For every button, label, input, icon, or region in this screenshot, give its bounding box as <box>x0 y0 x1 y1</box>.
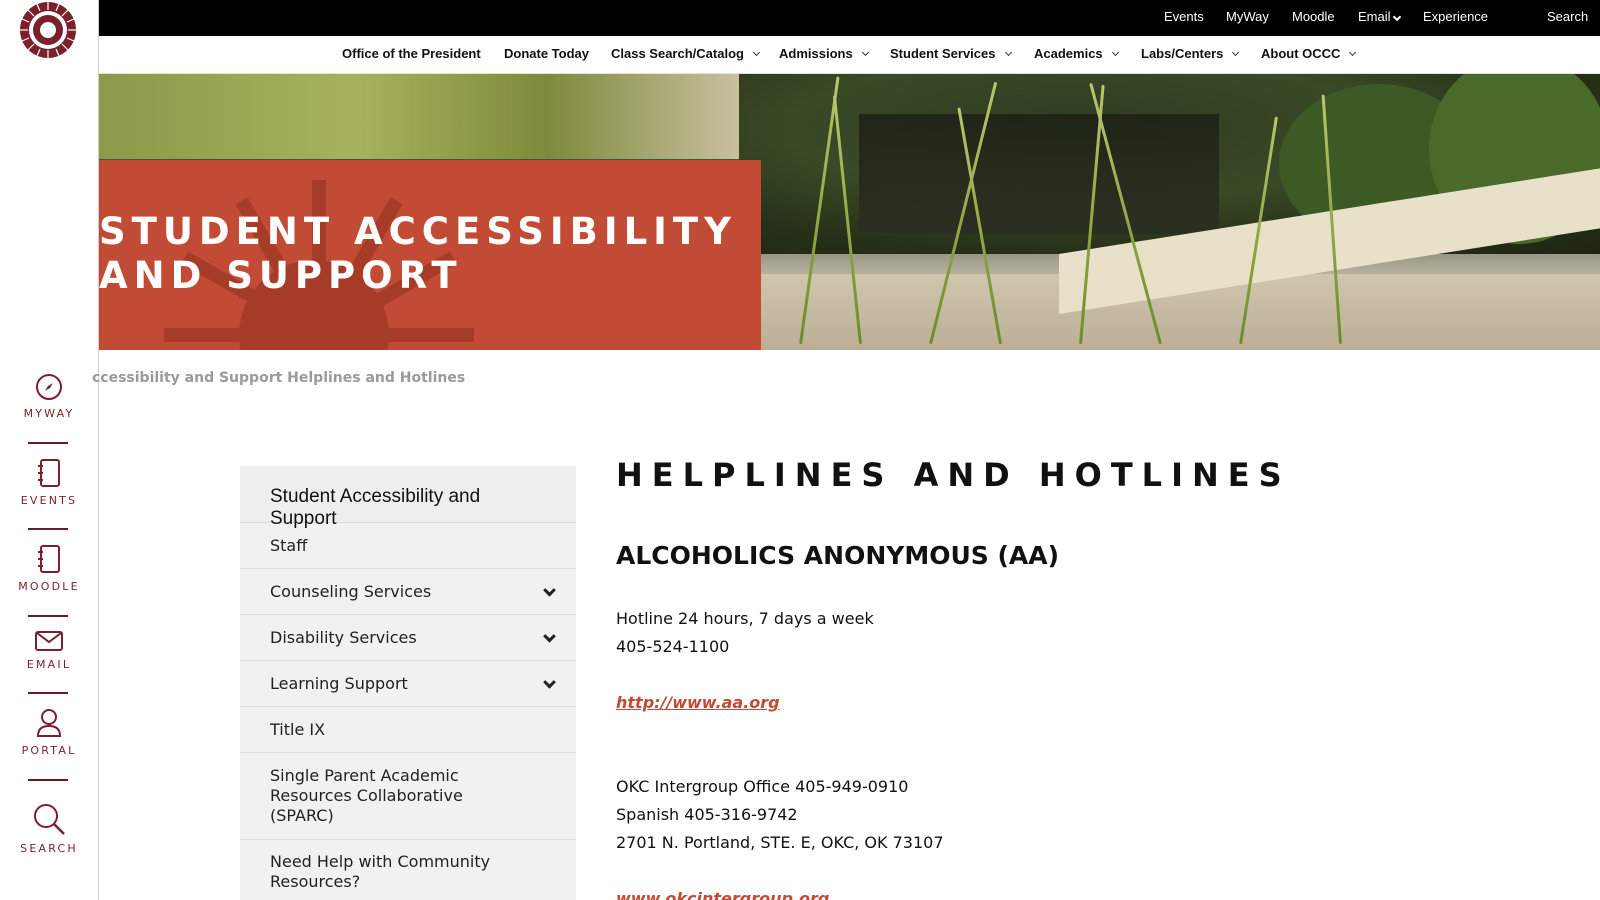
rail-divider <box>28 615 68 617</box>
rail-events-label: EVENTS <box>20 494 78 507</box>
chevron-down-icon <box>1349 48 1357 57</box>
nav-donate-today[interactable]: Donate Today <box>504 46 589 61</box>
topbar-link-search[interactable]: Search <box>1547 9 1588 24</box>
notebook-icon <box>38 459 60 487</box>
hero-title-line-2: AND SUPPORT <box>99 254 463 297</box>
chevron-down-icon[interactable] <box>543 583 556 597</box>
rail-events[interactable]: EVENTS <box>0 458 98 507</box>
nav-class-search-label: Class Search/Catalog <box>611 46 744 61</box>
topbar-link-email[interactable]: Email <box>1358 9 1401 24</box>
main-navigation: Office of the President Donate Today Cla… <box>99 36 1600 74</box>
compass-icon <box>36 374 62 400</box>
page-title: HELPLINES AND HOTLINES <box>616 456 1291 494</box>
side-menu-heading[interactable]: Student Accessibility and Support <box>240 466 576 529</box>
rail-divider <box>28 442 68 444</box>
rail-email[interactable]: EMAIL <box>0 630 98 671</box>
rail-moodle[interactable]: MOODLE <box>0 544 98 593</box>
nav-admissions[interactable]: Admissions <box>779 46 869 61</box>
rail-email-label: EMAIL <box>26 658 72 671</box>
topbar-link-experience[interactable]: Experience <box>1423 9 1488 24</box>
intergroup-office-text: OKC Intergroup Office 405-949-0910 <box>616 777 909 796</box>
hero-photo-grass <box>99 74 739 159</box>
search-icon <box>34 804 65 835</box>
nav-admissions-label: Admissions <box>779 46 853 61</box>
aa-website-link[interactable]: http://www.aa.org <box>616 693 780 712</box>
nav-class-search-catalog[interactable]: Class Search/Catalog <box>611 46 760 61</box>
side-menu-item-label: Need Help with Community Resources? <box>270 852 491 891</box>
nav-academics[interactable]: Academics <box>1034 46 1119 61</box>
sunburst-ray <box>384 328 474 342</box>
hero-photo-building <box>859 114 1219 234</box>
topbar-email-label: Email <box>1358 9 1391 24</box>
nav-labs-centers[interactable]: Labs/Centers <box>1141 46 1240 61</box>
rail-search[interactable]: SEARCH <box>0 802 98 855</box>
left-rail: MYWAY EVENTS MOODLE EMAIL PORTAL SEARCH <box>0 0 99 900</box>
hero-title-panel: STUDENT ACCESSIBILITY AND SUPPORT <box>99 160 761 350</box>
side-menu-item-community-resources[interactable]: Need Help with Community Resources? <box>240 840 576 900</box>
chevron-down-icon <box>1004 48 1012 57</box>
rail-myway-label: MYWAY <box>23 407 75 420</box>
side-menu-item-label: Learning Support <box>270 673 408 693</box>
side-menu-item-label: Title IX <box>270 719 326 739</box>
side-menu-item-label: Single Parent Academic Resources Collabo… <box>270 766 463 825</box>
hero-title-line-1: STUDENT ACCESSIBILITY <box>99 210 737 253</box>
side-menu-item-label: Staff <box>270 535 308 555</box>
hero-banner: STUDENT ACCESSIBILITY AND SUPPORT <box>99 74 1600 350</box>
hero-title: STUDENT ACCESSIBILITY AND SUPPORT <box>99 210 737 298</box>
user-icon <box>36 709 62 737</box>
rail-divider <box>28 528 68 530</box>
breadcrumb[interactable]: ccessibility and Support Helplines and H… <box>92 370 465 386</box>
side-menu-item-label: Counseling Services <box>270 581 432 601</box>
side-menu-item-counseling-services[interactable]: Counseling Services <box>240 569 576 615</box>
hotline-hours-text: Hotline 24 hours, 7 days a week <box>616 609 874 628</box>
nav-student-services-label: Student Services <box>890 46 996 61</box>
intergroup-website-link[interactable]: www.okcintergroup.org <box>616 889 829 900</box>
sunburst-ray <box>164 328 254 342</box>
nav-student-services[interactable]: Student Services <box>890 46 1012 61</box>
rail-portal[interactable]: PORTAL <box>0 708 98 757</box>
spanish-line-text: Spanish 405-316-9742 <box>616 805 798 824</box>
topbar-link-myway[interactable]: MyWay <box>1226 9 1269 24</box>
section-side-menu: Student Accessibility and Support Staff … <box>240 466 576 900</box>
rail-portal-label: PORTAL <box>21 744 77 757</box>
chevron-down-icon[interactable] <box>543 675 556 689</box>
section-title-aa: ALCOHOLICS ANONYMOUS (AA) <box>616 541 1060 570</box>
side-menu-item-sparc[interactable]: Single Parent Academic Resources Collabo… <box>240 753 576 840</box>
rail-divider <box>28 779 68 781</box>
nav-office-of-the-president[interactable]: Office of the President <box>342 46 481 61</box>
rail-divider <box>28 692 68 694</box>
rail-moodle-label: MOODLE <box>18 580 80 593</box>
rail-search-label: SEARCH <box>20 842 78 855</box>
rail-myway[interactable]: MYWAY <box>0 373 98 420</box>
side-menu-item-label: Disability Services <box>270 627 417 647</box>
side-menu-item-learning-support[interactable]: Learning Support <box>240 661 576 707</box>
nav-about-occc-label: About OCCC <box>1261 46 1341 61</box>
nav-about-occc[interactable]: About OCCC <box>1261 46 1357 61</box>
topbar-link-events[interactable]: Events <box>1164 9 1204 24</box>
address-text: 2701 N. Portland, STE. E, OKC, OK 73107 <box>616 833 944 852</box>
side-menu-item-disability-services[interactable]: Disability Services <box>240 615 576 661</box>
chevron-down-icon <box>861 48 869 57</box>
nav-academics-label: Academics <box>1034 46 1103 61</box>
hotline-phone-text: 405-524-1100 <box>616 637 730 656</box>
chevron-down-icon <box>1232 48 1240 57</box>
topbar-link-moodle[interactable]: Moodle <box>1292 9 1335 24</box>
college-seal-logo[interactable] <box>18 0 78 60</box>
chevron-down-icon <box>1392 12 1401 22</box>
chevron-down-icon <box>752 48 760 57</box>
nav-labs-centers-label: Labs/Centers <box>1141 46 1224 61</box>
utility-bar: Events MyWay Moodle Email Experience Sea… <box>99 0 1600 36</box>
side-menu-item-title-ix[interactable]: Title IX <box>240 707 576 753</box>
chevron-down-icon <box>1111 48 1119 57</box>
envelope-icon <box>35 631 63 651</box>
notebook-icon <box>38 545 60 573</box>
chevron-down-icon[interactable] <box>543 629 556 643</box>
side-menu-item-staff[interactable]: Staff <box>240 523 576 569</box>
